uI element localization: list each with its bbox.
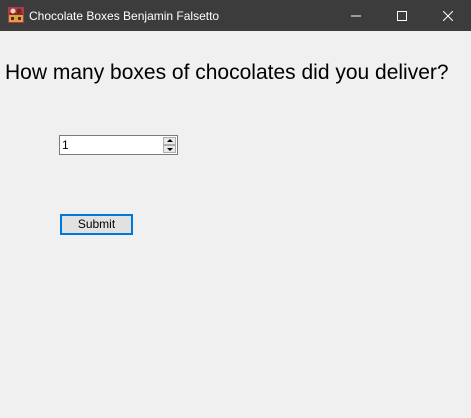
maximize-icon: [397, 10, 407, 21]
quantity-stepper[interactable]: 1: [59, 135, 178, 155]
arrow-down-icon: [167, 148, 173, 151]
app-window: Chocolate Boxes Benjamin Falsetto How ma…: [0, 0, 471, 418]
window-title: Chocolate Boxes Benjamin Falsetto: [29, 9, 220, 23]
increment-button[interactable]: [163, 137, 176, 145]
title-bar[interactable]: Chocolate Boxes Benjamin Falsetto: [0, 0, 471, 31]
chocolate-box-icon: [8, 7, 24, 23]
close-button[interactable]: [425, 0, 471, 31]
submit-button[interactable]: Submit: [60, 214, 133, 235]
minimize-icon: [351, 15, 361, 16]
question-label: How many boxes of chocolates did you del…: [5, 61, 449, 84]
minimize-button[interactable]: [333, 0, 379, 31]
maximize-button[interactable]: [379, 0, 425, 31]
arrow-up-icon: [167, 139, 173, 142]
quantity-input[interactable]: 1: [62, 137, 69, 153]
close-icon: [443, 10, 453, 21]
decrement-button[interactable]: [163, 145, 176, 153]
stepper-buttons: [163, 137, 176, 153]
